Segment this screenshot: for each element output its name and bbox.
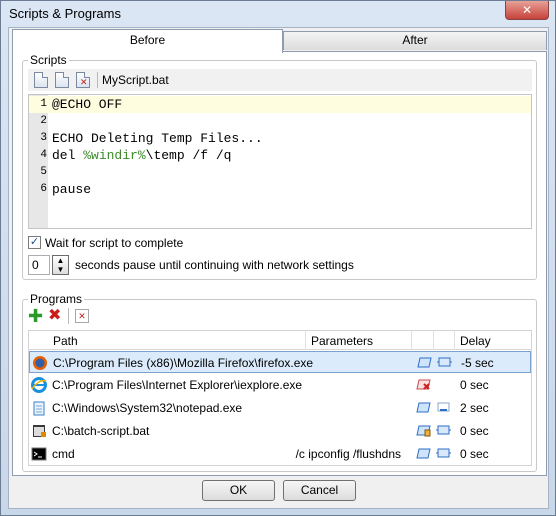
line-number: 5 — [40, 166, 47, 178]
row-delay: 0 sec — [460, 378, 489, 392]
wait-checkbox[interactable]: ✓ — [28, 236, 41, 249]
line-number: 3 — [40, 132, 47, 144]
toolbar-separator — [68, 308, 69, 324]
window-title: Scripts & Programs — [9, 6, 121, 21]
programs-table: Path Parameters Delay C:\Program Files (… — [28, 330, 532, 466]
cancel-button[interactable]: Cancel — [283, 480, 356, 501]
table-header: Path Parameters Delay — [29, 331, 531, 350]
remove-icon[interactable]: ✖ — [48, 308, 61, 324]
column-divider — [411, 331, 412, 350]
row-parameters: /c ipconfig /flushdns — [295, 447, 401, 461]
pause-seconds-input[interactable]: 0 — [28, 255, 50, 275]
line-number: 6 — [40, 183, 47, 195]
tab-panel-before: Scripts ✕ MyScript.bat 1 @ECHO OFF 2 3 E… — [12, 51, 547, 476]
editor-line: 4 del %windir%\temp /f /q — [29, 147, 531, 164]
programs-group-label: Programs — [28, 292, 85, 306]
row-path: C:\Program Files (x86)\Mozilla Firefox\f… — [53, 356, 314, 370]
column-delay[interactable]: Delay — [460, 334, 491, 348]
add-icon[interactable]: ✚ — [28, 307, 43, 325]
pause-label: seconds pause until continuing with netw… — [75, 258, 354, 272]
ok-button[interactable]: OK — [202, 480, 275, 501]
notepad-icon — [33, 401, 45, 416]
row-path: cmd — [52, 447, 75, 461]
programs-toolbar: ✚ ✖ ✕ — [28, 307, 128, 326]
toolbar-separator — [97, 72, 98, 88]
programs-group: Programs ✚ ✖ ✕ Path Parameters Delay C:\… — [22, 292, 537, 472]
scripts-toolbar: ✕ MyScript.bat — [28, 69, 532, 91]
scripts-group-label: Scripts — [28, 53, 69, 67]
column-path[interactable]: Path — [53, 334, 78, 348]
dialog-client-area: Before After Scripts ✕ MyScript.bat 1 @E… — [8, 27, 549, 509]
copy-script-icon[interactable] — [55, 72, 69, 88]
edit-icon[interactable] — [416, 401, 431, 414]
line-code: pause — [52, 182, 92, 197]
editor-line: 1 @ECHO OFF — [29, 96, 531, 113]
firefox-icon — [33, 356, 47, 370]
new-script-icon[interactable] — [34, 72, 48, 88]
row-delay: 0 sec — [460, 424, 489, 438]
edit-icon[interactable] — [417, 356, 432, 369]
row-delay: 0 sec — [460, 447, 489, 461]
editor-line: 5 — [29, 164, 531, 181]
monitor-icon[interactable] — [436, 424, 451, 437]
wait-checkbox-label[interactable]: Wait for script to complete — [45, 236, 183, 250]
minimized-icon[interactable] — [436, 401, 451, 414]
column-divider — [305, 331, 306, 350]
edit-disabled-icon[interactable] — [416, 378, 431, 391]
edit-admin-icon[interactable] — [416, 424, 431, 437]
row-path: C:\Windows\System32\notepad.exe — [52, 401, 243, 415]
batch-file-icon — [33, 425, 46, 437]
command-prompt-icon — [31, 447, 47, 461]
line-code: del %windir%\temp /f /q — [52, 148, 232, 163]
dialog-window: Scripts & Programs ✕ Before After Script… — [0, 0, 556, 516]
line-number: 2 — [40, 115, 47, 127]
script-name-label[interactable]: MyScript.bat — [102, 73, 169, 87]
script-editor[interactable]: 1 @ECHO OFF 2 3 ECHO Deleting Temp Files… — [28, 94, 532, 229]
table-row[interactable]: C:\Windows\System32\notepad.exe 2 sec — [29, 397, 531, 419]
editor-line: 6 pause — [29, 181, 531, 198]
close-button[interactable]: ✕ — [505, 1, 549, 20]
tab-before[interactable]: Before — [12, 29, 283, 53]
row-delay: 2 sec — [460, 401, 489, 415]
column-parameters[interactable]: Parameters — [311, 334, 373, 348]
line-code: ECHO Deleting Temp Files... — [52, 131, 263, 146]
delete-script-icon[interactable]: ✕ — [76, 72, 90, 88]
table-row[interactable]: C:\batch-script.bat 0 sec — [29, 420, 531, 442]
line-number: 1 — [40, 98, 47, 110]
table-row[interactable]: C:\Program Files (x86)\Mozilla Firefox\f… — [29, 351, 531, 373]
scripts-group: Scripts ✕ MyScript.bat 1 @ECHO OFF 2 3 E… — [22, 53, 537, 280]
editor-line: 3 ECHO Deleting Temp Files... — [29, 130, 531, 147]
tab-after[interactable]: After — [283, 31, 547, 50]
line-code: @ECHO OFF — [52, 97, 123, 112]
pause-spinner-button[interactable]: ▲ ▼ — [52, 255, 69, 275]
internet-explorer-icon — [31, 377, 47, 393]
clear-list-icon[interactable]: ✕ — [75, 309, 89, 323]
monitor-icon[interactable] — [436, 447, 451, 460]
column-divider — [454, 331, 455, 350]
edit-icon[interactable] — [416, 447, 431, 460]
line-number: 4 — [40, 149, 47, 161]
pause-row: 0 ▲ ▼ seconds pause until continuing with… — [28, 255, 428, 275]
column-divider — [433, 331, 434, 350]
row-delay: -5 sec — [461, 356, 494, 370]
table-row[interactable]: C:\Program Files\Internet Explorer\iexpl… — [29, 374, 531, 396]
editor-line: 2 — [29, 113, 531, 130]
table-row[interactable]: cmd /c ipconfig /flushdns 0 sec — [29, 443, 531, 465]
row-path: C:\batch-script.bat — [52, 424, 150, 438]
monitor-icon[interactable] — [437, 356, 452, 369]
title-bar[interactable]: Scripts & Programs ✕ — [1, 1, 555, 27]
row-path: C:\Program Files\Internet Explorer\iexpl… — [52, 378, 303, 392]
